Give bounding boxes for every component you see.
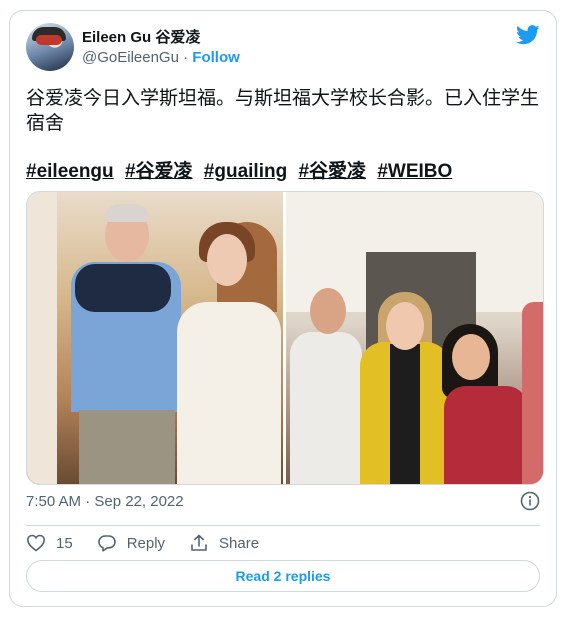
share-button[interactable]: Share [189, 533, 259, 553]
share-icon [191, 534, 207, 551]
hashtag-link[interactable]: #guailing [204, 161, 287, 182]
sweater-shape [75, 264, 171, 312]
share-label: Share [219, 534, 260, 552]
tweet-card: Eileen Gu 谷爱凌 @GoEileenGu · Follow 谷爱凌今日… [9, 10, 557, 607]
hashtag-link[interactable]: #谷愛凌 [298, 161, 366, 182]
head-shape [207, 234, 247, 286]
photo-1[interactable] [27, 192, 283, 484]
heart-icon [26, 534, 46, 552]
person-shape [522, 302, 543, 484]
hashtag-link[interactable]: #WEIBO [377, 161, 452, 182]
hashtag-list: #eileengu #谷爱凌 #guailing #谷愛凌 #WEIBO [26, 156, 458, 183]
hair-shape [105, 204, 149, 222]
reply-label: Reply [126, 534, 166, 552]
author-name[interactable]: Eileen Gu 谷爱凌 [82, 26, 200, 47]
twitter-bird-icon[interactable] [516, 25, 540, 45]
head-shape [310, 288, 346, 334]
read-replies-button[interactable]: Read 2 replies [26, 560, 540, 592]
action-bar: 15 Reply Share [26, 532, 283, 554]
like-button[interactable]: 15 [26, 533, 73, 553]
like-count: 15 [56, 534, 73, 552]
hashtag-link[interactable]: #谷爱凌 [125, 161, 193, 182]
tweet-text: 谷爱凌今日入学斯坦福。与斯坦福大学校长合影。已入住学生宿舍 [26, 88, 540, 134]
handle-separator: · [178, 49, 193, 66]
author-handle[interactable]: @GoEileenGu [82, 49, 179, 66]
head-shape [452, 334, 490, 380]
head-shape [386, 302, 424, 350]
pillar-shape [27, 192, 57, 484]
follow-button[interactable]: Follow [192, 49, 240, 66]
info-icon[interactable] [520, 491, 540, 511]
reply-button[interactable]: Reply [97, 533, 165, 553]
goggle-shape [36, 35, 62, 45]
avatar[interactable] [26, 23, 74, 71]
person-shape [290, 332, 362, 484]
person-shape [444, 386, 528, 484]
tweet-timestamp[interactable]: 7:50 AM · Sep 22, 2022 [26, 493, 184, 510]
divider [26, 525, 540, 526]
hashtag-link[interactable]: #eileengu [26, 161, 114, 182]
photo-2[interactable] [286, 192, 543, 484]
reply-bubble-icon [97, 535, 116, 552]
pants-shape [79, 410, 175, 484]
handle-row: @GoEileenGu · Follow [82, 49, 240, 66]
media-grid [26, 191, 544, 485]
person-shape [177, 302, 281, 484]
shirt-shape [390, 344, 420, 484]
